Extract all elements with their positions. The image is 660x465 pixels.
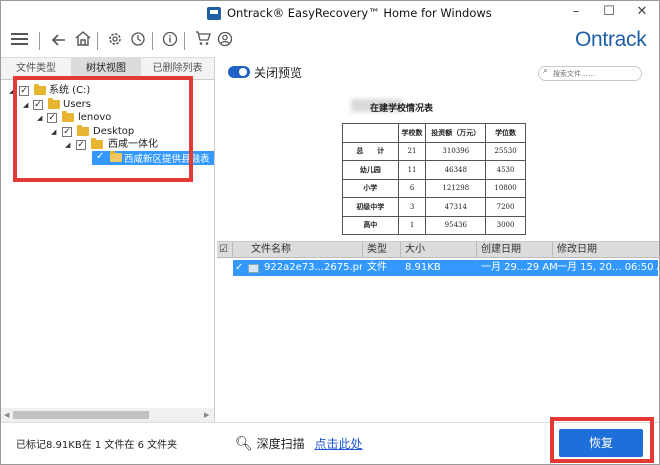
preview-toggle-label: 关闭预览 bbox=[254, 66, 303, 80]
table-cell: 7200 bbox=[485, 197, 526, 217]
table-cell: 46348 bbox=[425, 160, 487, 180]
history-icon[interactable] bbox=[128, 31, 148, 51]
row-checkbox[interactable]: ✓ bbox=[235, 260, 243, 276]
brand-logo: Ontrack bbox=[575, 28, 647, 51]
account-icon[interactable] bbox=[215, 31, 235, 51]
search-icon: ⌕ bbox=[543, 66, 549, 76]
doc-table: 学校数 投资额（万元） 学位数 总 计 21 310396 25530 幼儿园 … bbox=[342, 123, 526, 235]
file-size: 8.91KB bbox=[405, 262, 441, 273]
table-row: 小学 6 121298 10800 bbox=[342, 178, 526, 198]
document-icon bbox=[207, 7, 221, 20]
table-cell: 1 bbox=[397, 215, 427, 235]
toolbar-divider bbox=[39, 32, 40, 50]
app-window: Ontrack® EasyRecovery™ Home for Windows … bbox=[0, 0, 660, 465]
file-name: 922a2e73...2675.png bbox=[264, 262, 362, 273]
minimize-button[interactable]: – bbox=[559, 1, 593, 25]
file-list-header: ☑ 文件名称 类型 大小 创建日期 修改日期 bbox=[217, 242, 659, 258]
scrollbar-thumb[interactable] bbox=[13, 411, 149, 419]
file-list: ☑ 文件名称 类型 大小 创建日期 修改日期 ✓ 922a2e73...2675… bbox=[217, 241, 659, 422]
window-title: Ontrack® EasyRecovery™ Home for Windows bbox=[227, 6, 492, 20]
table-row: 学校数 投资额（万元） 学位数 bbox=[342, 123, 526, 143]
table-row[interactable]: ✓ 922a2e73...2675.png 文件 8.91KB 一月 29...… bbox=[233, 260, 658, 276]
image-file-icon bbox=[248, 264, 259, 273]
horizontal-scrollbar[interactable]: ◀ ▶ bbox=[1, 408, 214, 422]
table-row: 总 计 21 310396 25530 bbox=[342, 141, 526, 161]
table-cell: 310396 bbox=[425, 141, 487, 161]
file-created: 一月 29...29 AM bbox=[481, 262, 557, 273]
toolbar: Ontrack bbox=[1, 27, 659, 55]
magnifier-icon: 🔍︎ bbox=[235, 436, 253, 452]
toolbar-divider bbox=[97, 32, 98, 50]
table-cell: 学位数 bbox=[485, 123, 526, 143]
table-cell: 投资额（万元） bbox=[425, 123, 487, 143]
table-row: 幼儿园 11 46348 4530 bbox=[342, 160, 526, 180]
home-icon[interactable] bbox=[73, 31, 93, 51]
file-modified: 一月 15, 20... 06:50 AM bbox=[557, 262, 658, 273]
scroll-left-icon[interactable]: ◀ bbox=[4, 408, 9, 422]
deep-scan-link[interactable]: 点击此处 bbox=[314, 437, 362, 451]
table-cell: 3 bbox=[397, 197, 427, 217]
table-cell bbox=[342, 123, 399, 143]
menu-icon[interactable] bbox=[10, 31, 30, 51]
doc-title: 在建学校情况表 bbox=[370, 104, 434, 114]
column-header-name[interactable]: 文件名称 bbox=[233, 242, 363, 258]
select-all-checkbox[interactable]: ☑ bbox=[217, 242, 233, 258]
column-header-type[interactable]: 类型 bbox=[363, 242, 401, 258]
title-bar: Ontrack® EasyRecovery™ Home for Windows … bbox=[1, 1, 659, 27]
column-header-modified[interactable]: 修改日期 bbox=[553, 242, 659, 258]
status-text: 已标记8.91KB在 1 文件在 6 文件夹 bbox=[16, 440, 178, 451]
table-cell: 95436 bbox=[425, 215, 487, 235]
preview-toggle[interactable] bbox=[228, 66, 250, 78]
column-header-size[interactable]: 大小 bbox=[401, 242, 477, 258]
toolbar-divider bbox=[184, 32, 185, 50]
table-cell: 3000 bbox=[485, 215, 526, 235]
settings-icon[interactable] bbox=[105, 31, 125, 51]
close-button[interactable]: ✕ bbox=[625, 1, 659, 25]
file-type: 文件 bbox=[367, 262, 387, 273]
table-cell: 25530 bbox=[485, 141, 526, 161]
back-icon[interactable] bbox=[49, 31, 69, 51]
table-cell: 4530 bbox=[485, 160, 526, 180]
document-preview: 在建学校情况表 学校数 投资额（万元） 学位数 总 计 21 310396 25… bbox=[342, 93, 526, 235]
info-icon[interactable] bbox=[160, 31, 180, 51]
table-cell: 高中 bbox=[342, 215, 399, 235]
table-row: 高中 1 95436 3000 bbox=[342, 215, 526, 235]
table-cell: 幼儿园 bbox=[342, 160, 399, 180]
table-cell: 总 计 bbox=[342, 141, 399, 161]
scroll-right-icon[interactable]: ▶ bbox=[204, 408, 209, 422]
table-cell: 初级中学 bbox=[342, 197, 399, 217]
highlight-box-tree bbox=[13, 76, 193, 182]
highlight-box-recover bbox=[550, 417, 654, 463]
table-cell: 11 bbox=[397, 160, 427, 180]
right-panel: 关闭预览 ⌕ 在建学校情况表 学校数 投资额（万元） 学位数 总 计 21 31… bbox=[217, 57, 659, 422]
search-input[interactable] bbox=[553, 68, 639, 79]
table-cell: 10800 bbox=[485, 178, 526, 198]
search-box[interactable]: ⌕ bbox=[538, 66, 642, 81]
table-cell: 6 bbox=[397, 178, 427, 198]
deep-scan-label: 深度扫描 bbox=[256, 437, 305, 451]
table-cell: 学校数 bbox=[397, 123, 427, 143]
table-cell: 47314 bbox=[425, 197, 487, 217]
cart-icon[interactable] bbox=[193, 31, 213, 51]
toolbar-divider bbox=[152, 32, 153, 50]
deep-scan: 🔍︎ 深度扫描 点击此处 bbox=[235, 435, 362, 452]
maximize-button[interactable]: ☐ bbox=[592, 1, 626, 25]
table-row: 初级中学 3 47314 7200 bbox=[342, 197, 526, 217]
table-cell: 121298 bbox=[425, 178, 487, 198]
column-header-created[interactable]: 创建日期 bbox=[477, 242, 553, 258]
table-cell: 21 bbox=[397, 141, 427, 161]
table-cell: 小学 bbox=[342, 178, 399, 198]
